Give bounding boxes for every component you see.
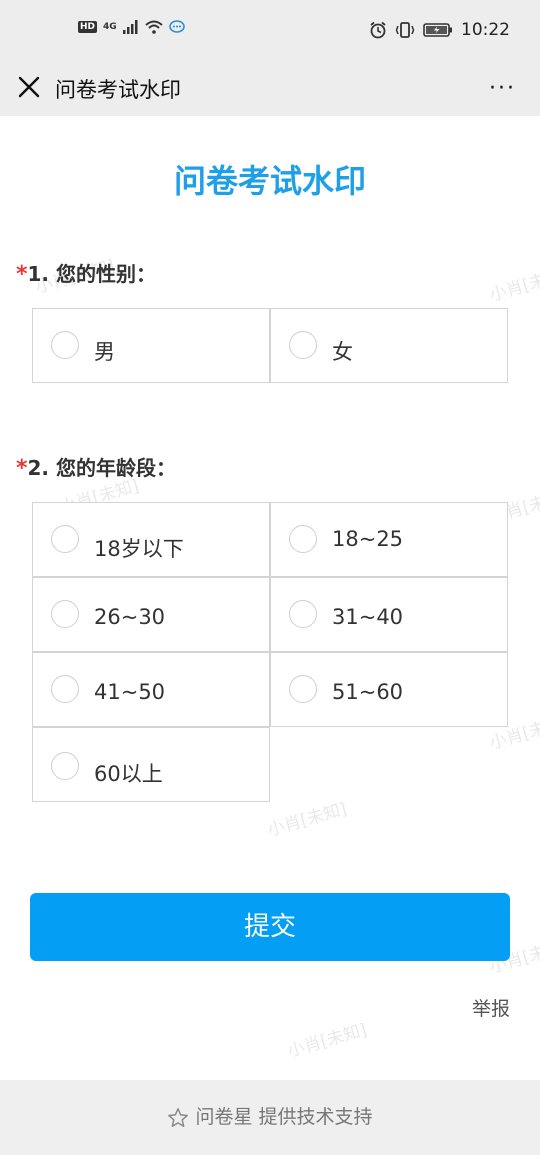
more-options-icon[interactable]: ···: [489, 76, 516, 101]
signal-icon: [122, 20, 138, 34]
radio-button[interactable]: [289, 675, 317, 703]
vibrate-icon: [395, 22, 415, 38]
option-label: 41~50: [94, 680, 166, 704]
status-left-icons: HD 4G: [78, 20, 185, 34]
option-label: 26~30: [94, 605, 166, 629]
question-2-label: 2. 您的年龄段：: [27, 456, 176, 480]
clock: 10:22: [461, 20, 510, 40]
option-18-25[interactable]: 18~25: [270, 502, 508, 577]
required-mark: *: [16, 262, 28, 287]
radio-button[interactable]: [51, 331, 79, 359]
network-type: 4G: [103, 22, 117, 32]
radio-button[interactable]: [51, 752, 79, 780]
close-icon[interactable]: [16, 74, 42, 100]
option-label: 31~40: [332, 605, 404, 629]
status-right-icons: 10:22: [369, 20, 510, 40]
option-label: 60以上: [94, 762, 163, 786]
radio-button[interactable]: [51, 600, 79, 628]
nav-title: 问卷考试水印: [55, 78, 181, 102]
option-over-60[interactable]: 60以上: [32, 727, 270, 802]
option-label: 男: [94, 340, 115, 364]
wifi-icon: [145, 20, 163, 34]
star-icon: [168, 1107, 189, 1127]
question-1-label: 1. 您的性别：: [27, 262, 156, 286]
required-mark: *: [16, 456, 28, 481]
option-51-60[interactable]: 51~60: [270, 652, 508, 727]
nav-bar: 问卷考试水印 ···: [0, 62, 540, 116]
option-label: 18~25: [332, 527, 404, 551]
chat-notification-icon: [168, 20, 185, 33]
radio-button[interactable]: [289, 525, 317, 553]
question-2-options: 18岁以下 18~25 26~30 31~40 41~50 51~60 60以上: [32, 502, 508, 802]
radio-button[interactable]: [51, 675, 79, 703]
option-female[interactable]: 女: [270, 308, 508, 383]
option-under-18[interactable]: 18岁以下: [32, 502, 270, 577]
battery-icon: [423, 23, 452, 37]
option-41-50[interactable]: 41~50: [32, 652, 270, 727]
option-label: 女: [332, 340, 353, 364]
hd-icon: HD: [78, 21, 98, 33]
radio-button[interactable]: [289, 600, 317, 628]
alarm-icon: [370, 21, 386, 39]
question-2-title: *2. 您的年龄段：: [16, 452, 176, 481]
status-bar: HD 4G 10:22: [0, 0, 540, 62]
footer: 问卷星 提供技术支持: [0, 1080, 540, 1155]
question-1-title: *1. 您的性别：: [16, 258, 156, 287]
radio-button[interactable]: [51, 525, 79, 553]
submit-button[interactable]: 提交: [30, 893, 510, 961]
option-label: 51~60: [332, 680, 404, 704]
page-title: 问卷考试水印: [173, 162, 366, 200]
footer-text: 问卷星 提供技术支持: [195, 1106, 373, 1128]
question-1-options: 男 女: [32, 308, 508, 384]
option-male[interactable]: 男: [32, 308, 270, 383]
option-label: 18岁以下: [94, 537, 184, 561]
report-link[interactable]: 举报: [472, 994, 510, 1021]
watermark: 小肖[未知]: [285, 1020, 370, 1062]
radio-button[interactable]: [289, 331, 317, 359]
watermark: 小肖[未知]: [487, 264, 540, 306]
option-26-30[interactable]: 26~30: [32, 577, 270, 652]
option-31-40[interactable]: 31~40: [270, 577, 508, 652]
